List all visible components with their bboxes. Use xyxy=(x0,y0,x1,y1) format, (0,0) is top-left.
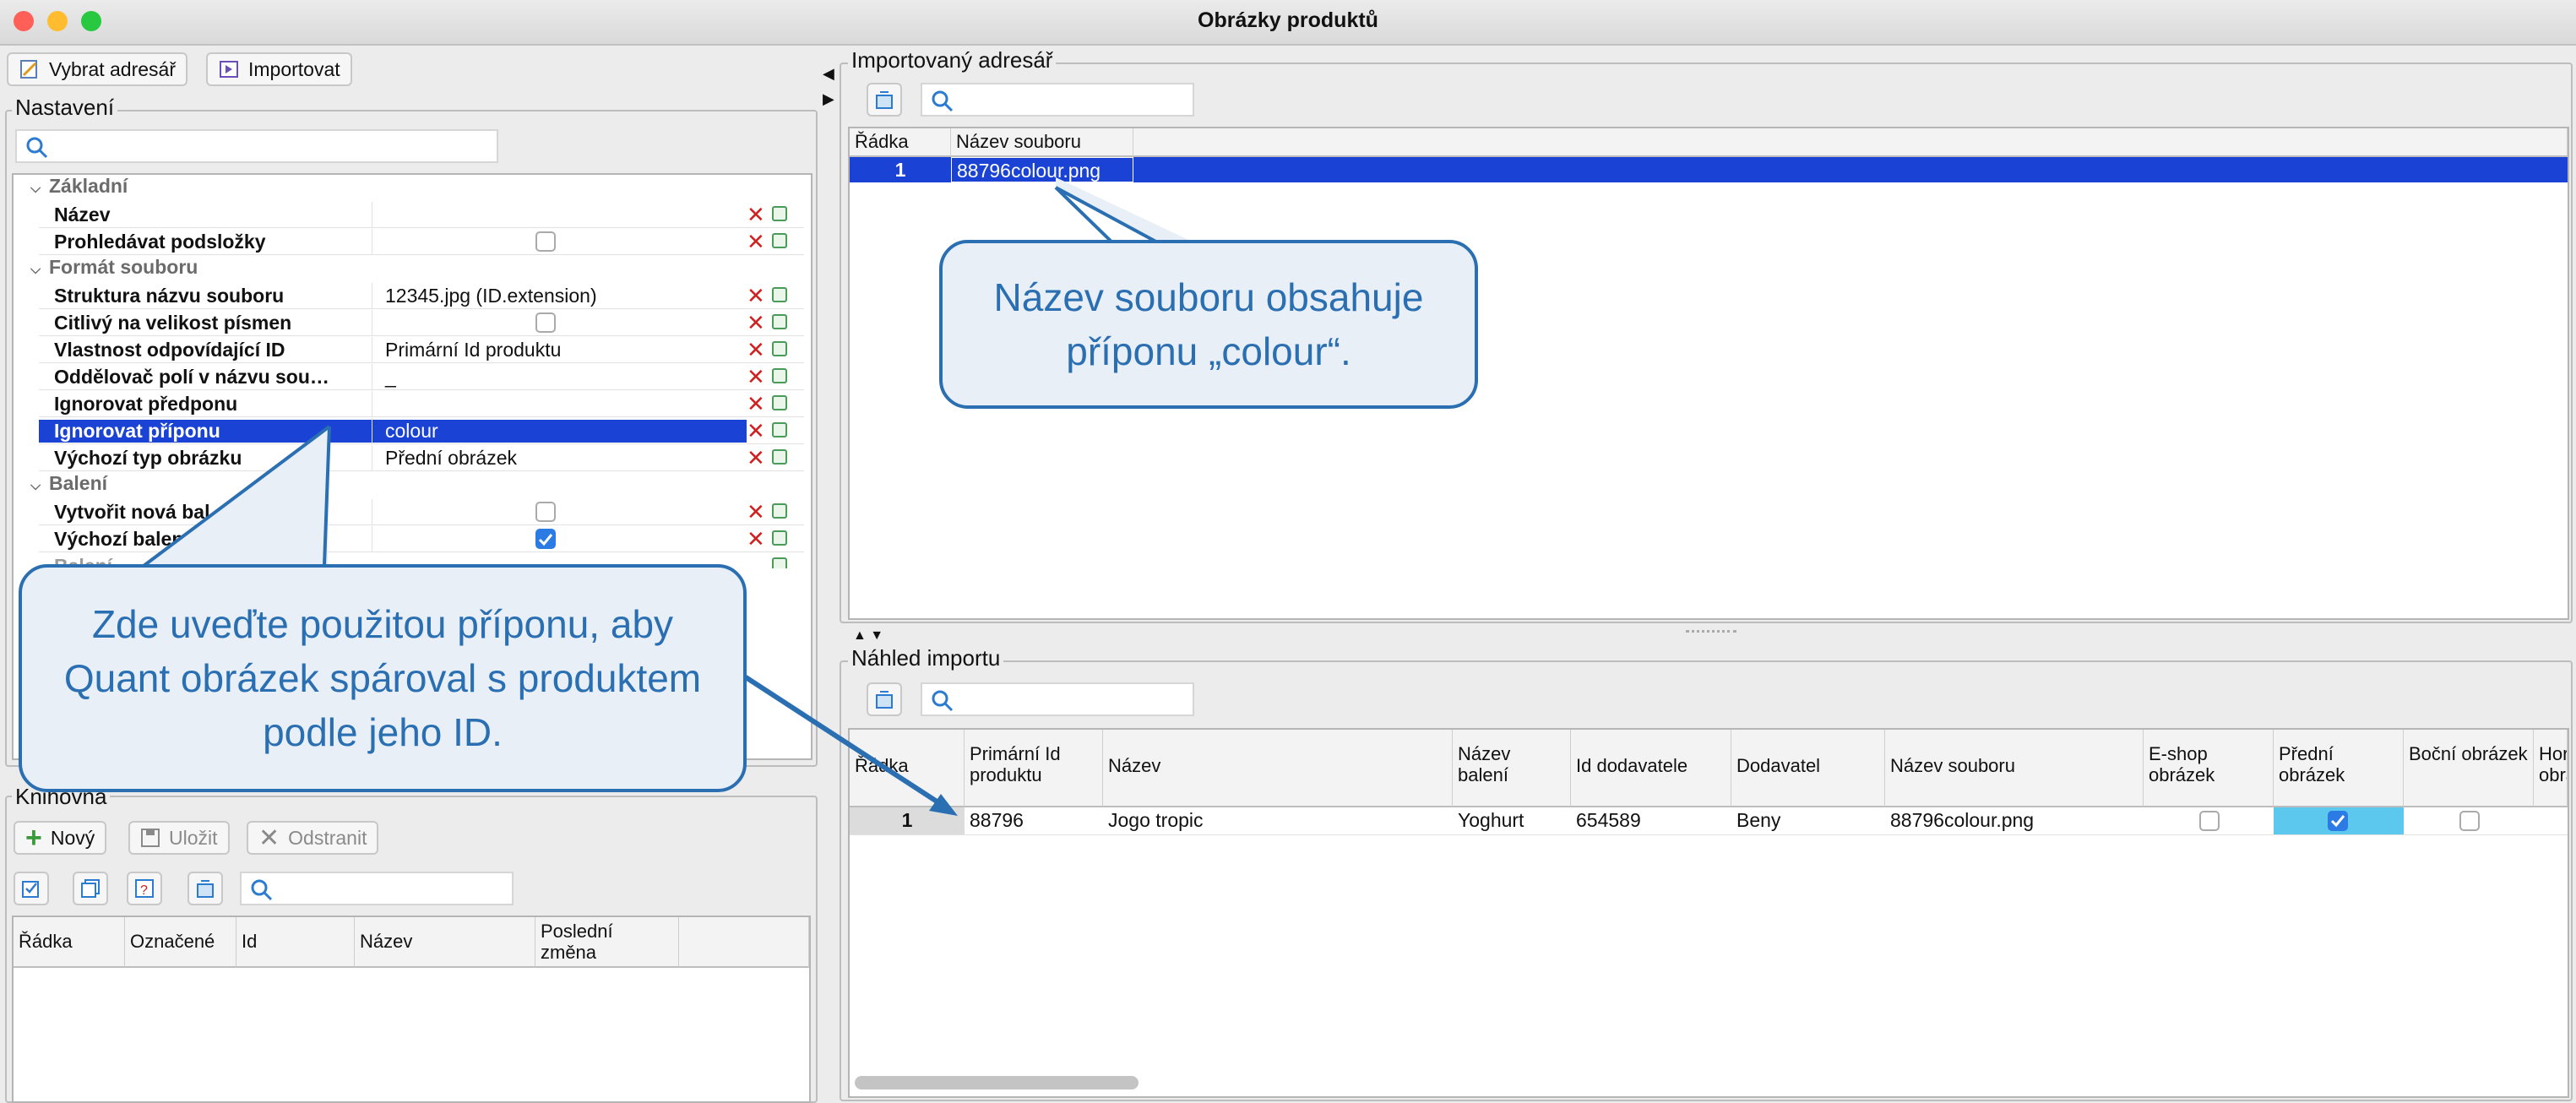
callout-pointers xyxy=(142,177,1199,816)
callout-left: Zde uveďte použitou příponu, aby Quant o… xyxy=(19,564,747,792)
callout-top: Název souboru obsahuje příponu „colour“. xyxy=(939,240,1478,409)
